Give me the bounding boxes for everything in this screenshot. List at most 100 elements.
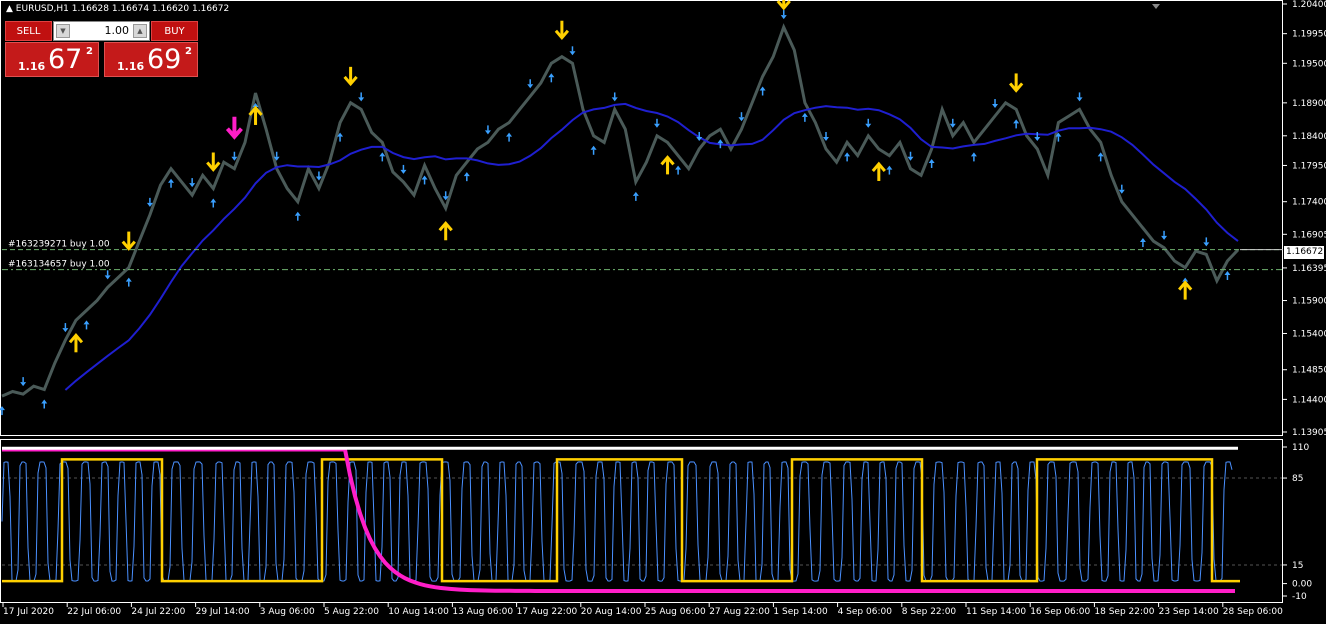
small-signal-arrow-icon <box>928 158 935 163</box>
y-tick-label: 1.16905 <box>1292 230 1326 240</box>
small-signal-arrow-icon <box>189 183 196 188</box>
x-tick-label: 10 Aug 14:00 <box>388 607 449 617</box>
small-signal-arrow-icon <box>611 97 618 102</box>
order-label: #163239271 buy 1.00 <box>8 240 110 250</box>
small-signal-arrow-icon <box>801 112 808 117</box>
small-signal-arrow-icon <box>569 51 576 56</box>
buy-button[interactable]: BUY <box>151 21 198 41</box>
price-chart-svg: 1.20400 1.19950 1.19500 1.18900 1.18400 1.179… <box>0 0 1326 617</box>
stochastic-fast-line <box>1 461 1233 582</box>
sell-button[interactable]: SELL <box>5 21 52 41</box>
mt4-chart-window: 1.20400 1.19950 1.19500 1.18900 1.18400 1.179… <box>0 0 1326 624</box>
small-signal-arrow-icon <box>632 191 639 196</box>
x-tick-label: 29 Jul 14:00 <box>196 607 250 617</box>
x-tick-label: 22 Jul 06:00 <box>67 607 121 617</box>
lot-increase-button[interactable]: ▲ <box>133 24 147 38</box>
y-tick-label: 1.14850 <box>1292 366 1326 376</box>
small-signal-arrow-icon <box>717 139 724 144</box>
sell-price-fraction: 2 <box>86 46 93 57</box>
small-signal-arrow-icon <box>844 152 851 157</box>
y-tick-label: 1.15400 <box>1292 329 1326 339</box>
sell-price-box[interactable]: 1.16 67 2 <box>5 42 99 77</box>
lot-decrease-button[interactable]: ▼ <box>56 24 70 38</box>
sell-price-pips: 67 <box>48 44 83 75</box>
small-signal-arrow-icon <box>992 104 999 109</box>
scroll-marker-icon <box>1152 4 1160 9</box>
x-tick-label: 1 Sep 14:00 <box>773 607 828 617</box>
y-tick-label: 1.20400 <box>1292 0 1326 10</box>
y-tick-label: 1.19950 <box>1292 30 1326 40</box>
small-signal-arrow-icon <box>400 169 407 174</box>
y-tick-label: 1.19500 <box>1292 59 1326 69</box>
small-signal-arrow-icon <box>379 152 386 157</box>
small-signal-arrow-icon <box>759 86 766 91</box>
x-tick-label: 18 Sep 22:00 <box>1094 607 1154 617</box>
small-signal-arrow-icon <box>1203 242 1210 247</box>
x-tick-label: 23 Sep 14:00 <box>1159 607 1219 617</box>
order-label: #163134657 buy 1.00 <box>8 260 110 270</box>
small-signal-arrow-icon <box>780 15 787 20</box>
collapse-triangle-icon[interactable]: ▲ <box>6 4 13 14</box>
small-signal-arrow-icon <box>294 211 301 216</box>
lot-value[interactable]: 1.00 <box>72 24 130 37</box>
x-tick-label: 20 Aug 14:00 <box>581 607 642 617</box>
y-tick-label: 1.14400 <box>1292 395 1326 405</box>
small-signal-arrow-icon <box>1076 97 1083 102</box>
x-tick-label: 28 Sep 06:00 <box>1223 607 1283 617</box>
x-tick-label: 27 Aug 22:00 <box>709 607 770 617</box>
x-tick-label: 11 Sep 14:00 <box>966 607 1026 617</box>
x-tick-label: 17 Aug 22:00 <box>517 607 578 617</box>
small-signal-arrow-icon <box>590 145 597 150</box>
small-signal-arrow-icon <box>506 132 513 137</box>
indicator-y-tick-label: 110 <box>1292 443 1309 453</box>
buy-price-prefix: 1.16 <box>117 60 145 73</box>
y-tick-label: 1.16395 <box>1292 264 1326 274</box>
small-signal-arrow-icon <box>83 320 90 325</box>
x-tick-label: 8 Sep 22:00 <box>902 607 957 617</box>
small-signal-arrow-icon <box>125 277 132 282</box>
small-signal-arrow-icon <box>168 178 175 183</box>
magenta-trend-line <box>2 447 1235 593</box>
small-signal-arrow-icon <box>865 123 872 128</box>
x-tick-label: 16 Sep 06:00 <box>1030 607 1090 617</box>
small-signal-arrow-icon <box>484 130 491 135</box>
y-tick-label: 1.17950 <box>1292 161 1326 171</box>
small-signal-arrow-icon <box>20 382 27 387</box>
small-signal-arrow-icon <box>653 123 660 128</box>
price-series-line <box>1 23 1240 398</box>
small-signal-arrow-icon <box>675 165 682 170</box>
indicator-y-tick-label: 0.00 <box>1292 580 1312 590</box>
x-tick-label: 25 Aug 06:00 <box>645 607 706 617</box>
x-tick-label: 3 Aug 06:00 <box>260 607 315 617</box>
x-tick-label: 17 Jul 2020 <box>3 607 54 617</box>
y-tick-label: 1.13905 <box>1292 428 1326 438</box>
x-tick-label: 13 Aug 06:00 <box>452 607 513 617</box>
small-signal-arrow-icon <box>886 165 893 170</box>
y-tick-label: 1.17400 <box>1292 198 1326 208</box>
small-signal-arrow-icon <box>1034 136 1041 141</box>
one-click-trade-panel: SELL ▼ 1.00 ▲ BUY 1.16 67 2 1.16 69 2 <box>5 21 198 77</box>
small-signal-arrow-icon <box>1013 119 1020 124</box>
small-signal-arrow-icon <box>1224 270 1231 275</box>
indicator-y-tick-label: 85 <box>1292 474 1303 484</box>
indicator-y-tick-label: -10 <box>1292 592 1307 602</box>
small-signal-arrow-icon <box>104 275 111 280</box>
x-tick-label: 24 Jul 22:00 <box>131 607 185 617</box>
symbol-info: ▲ EURUSD,H1 1.16628 1.16674 1.16620 1.16… <box>6 4 230 14</box>
current-price-tag: 1.16672 <box>1284 246 1324 259</box>
small-signal-arrow-icon <box>358 97 365 102</box>
buy-price-pips: 69 <box>147 44 182 75</box>
small-signal-arrow-icon <box>970 152 977 157</box>
x-tick-label: 5 Aug 22:00 <box>324 607 379 617</box>
small-signal-arrow-icon <box>548 73 555 78</box>
x-tick-label: 4 Sep 06:00 <box>838 607 893 617</box>
small-signal-arrow-icon <box>1161 235 1168 240</box>
buy-price-box[interactable]: 1.16 69 2 <box>104 42 198 77</box>
small-signal-arrow-icon <box>463 172 470 177</box>
lot-size-input[interactable]: ▼ 1.00 ▲ <box>53 21 150 41</box>
y-tick-label: 1.18900 <box>1292 99 1326 109</box>
small-signal-arrow-icon <box>41 399 48 404</box>
y-tick-label: 1.18400 <box>1292 132 1326 142</box>
small-signal-arrow-icon <box>421 175 428 180</box>
small-signal-arrow-icon <box>210 198 217 203</box>
